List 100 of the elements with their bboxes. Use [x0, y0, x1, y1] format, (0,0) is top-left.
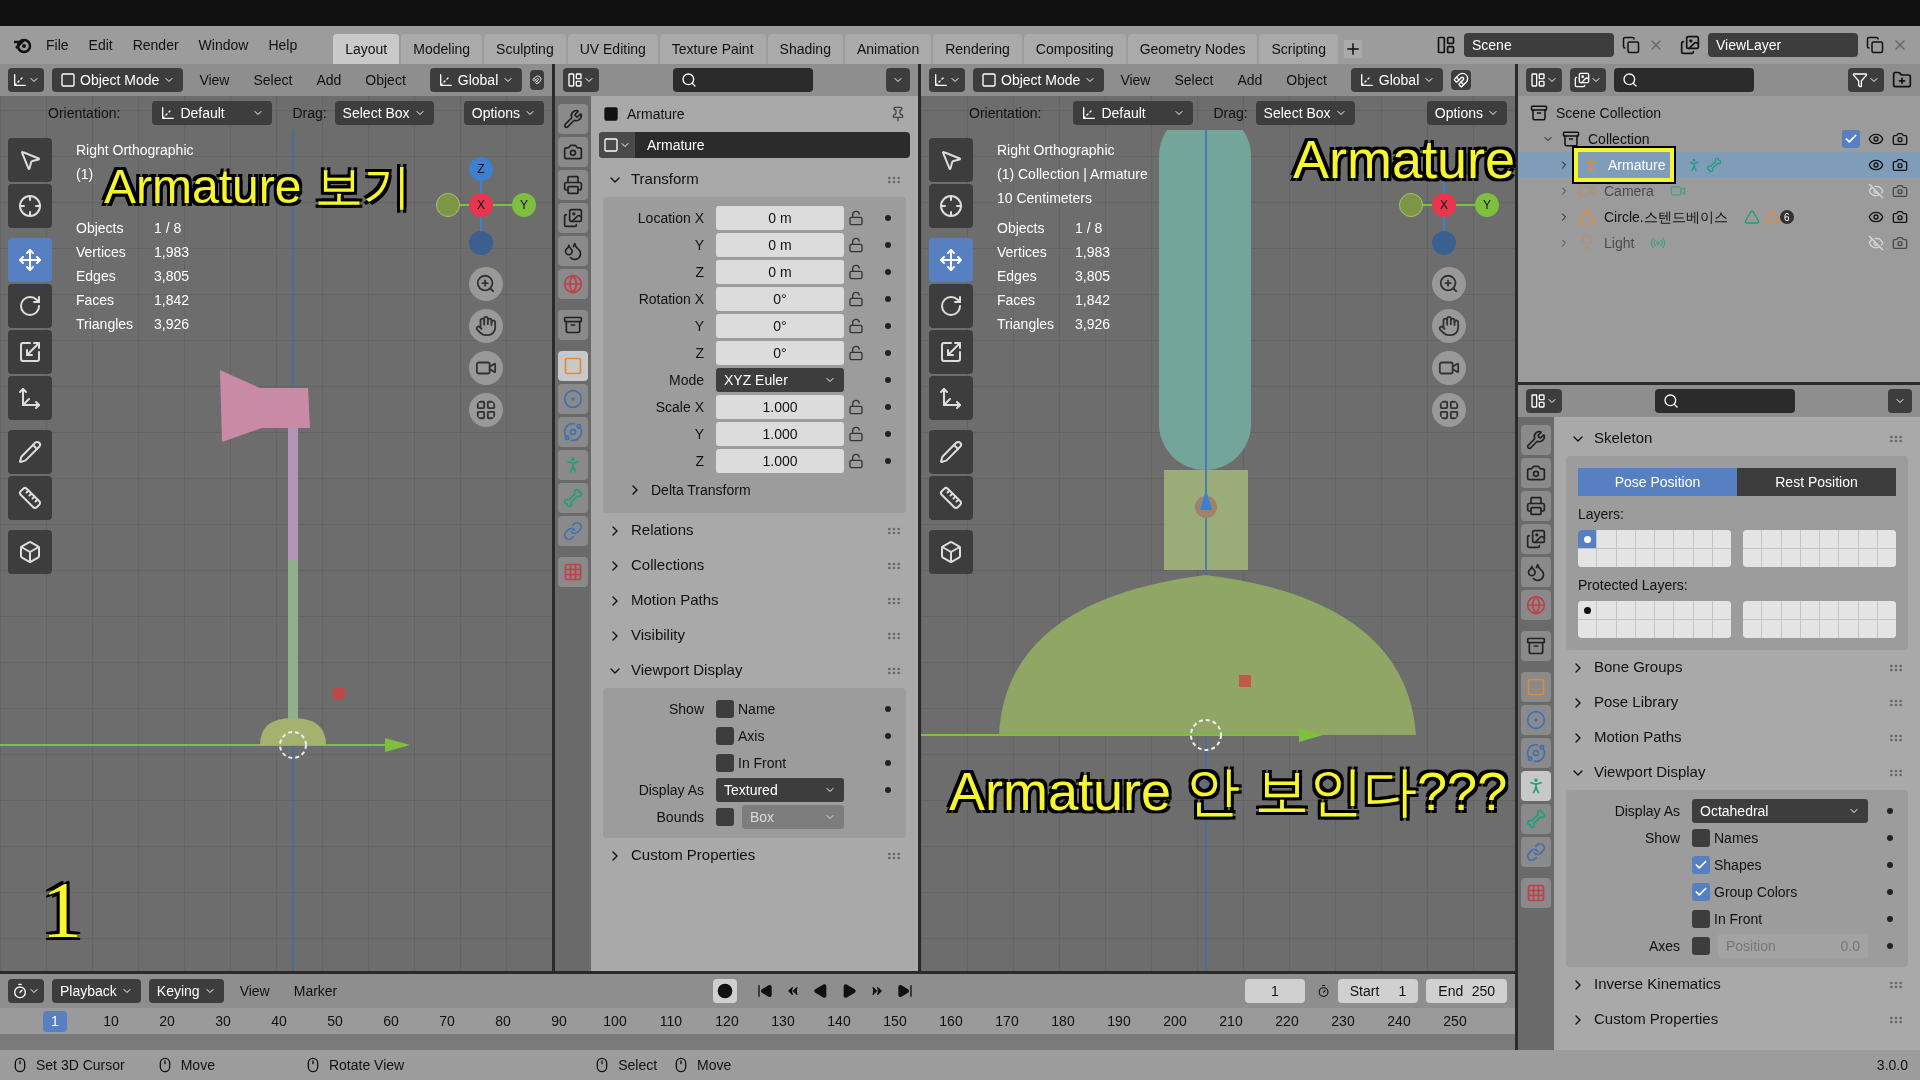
mode-dropdown[interactable]: Object Mode: [52, 68, 184, 92]
frame-number[interactable]: 20: [159, 1010, 175, 1032]
dropdown[interactable]: Textured: [716, 778, 844, 802]
layer-cell[interactable]: [1762, 549, 1781, 567]
menu-item[interactable]: Help: [260, 34, 306, 56]
camera-icon[interactable]: [1892, 209, 1908, 225]
layer-cell[interactable]: [1877, 620, 1896, 638]
eye-icon[interactable]: [1868, 209, 1884, 225]
dropdown[interactable]: Octahedral: [1692, 799, 1868, 823]
tool-button[interactable]: [929, 376, 973, 420]
layer-cell[interactable]: [1743, 530, 1762, 548]
panel-header[interactable]: Skeleton: [1562, 421, 1912, 456]
camera-icon[interactable]: [1892, 183, 1908, 199]
layer-cell[interactable]: [1616, 601, 1635, 619]
frame-number[interactable]: 170: [995, 1010, 1019, 1032]
display-mode-button[interactable]: [1570, 68, 1606, 92]
hand-icon[interactable]: [1432, 309, 1466, 343]
tool-button[interactable]: [8, 530, 52, 574]
frame-number[interactable]: 30: [215, 1010, 231, 1032]
search-field[interactable]: [1655, 389, 1795, 413]
layer-cell[interactable]: [1762, 620, 1781, 638]
layer-cell[interactable]: [1743, 601, 1762, 619]
layer-cell[interactable]: [1674, 530, 1693, 548]
drag-dropdown[interactable]: Select Box: [334, 101, 434, 125]
workspace-tab[interactable]: Rendering: [933, 34, 1022, 64]
layer-cell[interactable]: [1820, 601, 1839, 619]
layer-cell[interactable]: [1655, 530, 1674, 548]
workspace-tab[interactable]: Texture Paint: [659, 34, 766, 64]
number-field[interactable]: 0 m: [716, 260, 844, 284]
tool-button[interactable]: [8, 476, 52, 520]
menu-item[interactable]: Select: [245, 69, 301, 91]
search-field[interactable]: [1614, 68, 1754, 92]
number-field[interactable]: 1.000: [716, 449, 844, 473]
layer-cell[interactable]: [1877, 530, 1896, 548]
layer-cell[interactable]: [1693, 620, 1712, 638]
add-icon[interactable]: [1343, 40, 1362, 58]
panel-header[interactable]: Viewport Display: [599, 653, 910, 688]
current-frame-field[interactable]: 1: [1245, 979, 1305, 1003]
layer-cell[interactable]: [1781, 549, 1800, 567]
layer-cell[interactable]: [1712, 530, 1731, 548]
workspace-tab[interactable]: Shading: [767, 34, 843, 64]
properties-tab[interactable]: [1521, 557, 1551, 587]
end-frame-field[interactable]: End 250: [1426, 979, 1507, 1003]
checkbox[interactable]: [1692, 910, 1710, 928]
orientation-dropdown[interactable]: Default: [1073, 101, 1194, 125]
orientation-dropdown[interactable]: Default: [152, 101, 273, 125]
properties-tab[interactable]: [1521, 458, 1551, 488]
frame-number[interactable]: 70: [439, 1010, 455, 1032]
workspace-tab[interactable]: Sculpting: [484, 34, 566, 64]
tool-button[interactable]: [8, 238, 52, 282]
layer-cell[interactable]: [1839, 530, 1858, 548]
camera-icon[interactable]: [1892, 131, 1908, 147]
z-axis-handle[interactable]: Z: [469, 157, 493, 181]
outliner-row[interactable]: Scene Collection: [1518, 100, 1920, 126]
menu-item[interactable]: Render: [124, 34, 187, 56]
hand-icon[interactable]: [469, 309, 503, 343]
layer-cell[interactable]: [1820, 620, 1839, 638]
pin-icon[interactable]: [890, 106, 906, 122]
frame-number[interactable]: 140: [827, 1010, 851, 1032]
mode-dropdown[interactable]: Object Mode: [973, 68, 1105, 92]
layer-cell[interactable]: [1820, 530, 1839, 548]
tool-button[interactable]: [929, 430, 973, 474]
options-dropdown[interactable]: Options: [463, 101, 544, 125]
frame-number[interactable]: 60: [383, 1010, 399, 1032]
tool-button[interactable]: [8, 430, 52, 474]
layer-cell[interactable]: [1858, 620, 1877, 638]
layer-cell[interactable]: [1578, 601, 1597, 619]
properties-tab[interactable]: [1521, 631, 1551, 661]
frame-number[interactable]: 110: [659, 1010, 683, 1032]
menu-item[interactable]: Add: [308, 69, 350, 91]
properties-tab[interactable]: [558, 104, 588, 134]
frame-number[interactable]: 190: [1107, 1010, 1131, 1032]
panel-header[interactable]: Motion Paths: [599, 583, 910, 618]
toggle-button[interactable]: Pose Position: [1578, 468, 1737, 496]
tool-button[interactable]: [929, 330, 973, 374]
properties-tab[interactable]: [558, 236, 588, 266]
layer-cell[interactable]: [1616, 530, 1635, 548]
layer-cell[interactable]: [1858, 549, 1877, 567]
panel-header[interactable]: Transform: [599, 162, 910, 197]
frame-number[interactable]: 130: [771, 1010, 795, 1032]
dropdown[interactable]: XYZ Euler: [716, 368, 844, 392]
tool-button[interactable]: [929, 238, 973, 282]
layer-cell[interactable]: [1597, 620, 1616, 638]
layer-cell[interactable]: [1712, 601, 1731, 619]
tool-button[interactable]: [8, 376, 52, 420]
camera-icon[interactable]: [1892, 235, 1908, 251]
frame-number[interactable]: 150: [883, 1010, 907, 1032]
panel-header[interactable]: Custom Properties: [599, 838, 910, 873]
view-layer-field[interactable]: ViewLayer: [1708, 33, 1858, 57]
tool-button[interactable]: [929, 184, 973, 228]
properties-tab[interactable]: [1521, 771, 1551, 801]
layer-cell[interactable]: [1839, 601, 1858, 619]
lock-icon[interactable]: [848, 318, 864, 334]
outliner-row[interactable]: Collection: [1518, 126, 1920, 152]
x-axis-handle[interactable]: X: [469, 193, 493, 217]
layer-cell[interactable]: [1578, 549, 1597, 567]
layer-cell[interactable]: [1820, 549, 1839, 567]
layer-cell[interactable]: [1839, 620, 1858, 638]
scene-field[interactable]: Scene: [1464, 33, 1614, 57]
checkbox[interactable]: [1692, 829, 1710, 847]
